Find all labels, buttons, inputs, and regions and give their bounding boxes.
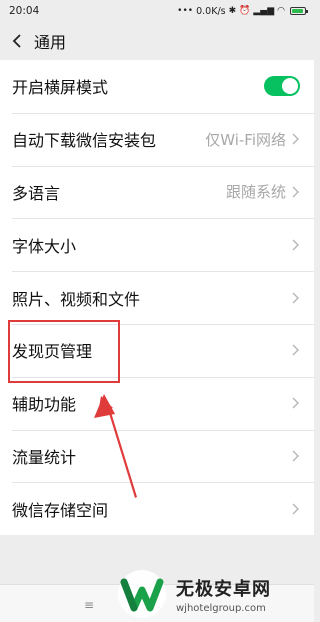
setting-label: 开启横屏模式: [12, 78, 109, 98]
signal-icon: ▂▄▆: [253, 5, 275, 16]
chevron-right-icon: [292, 292, 300, 304]
chevron-right-icon: [292, 397, 300, 409]
status-bar: 20:04 ••• 0.0K/s ✱ ⏰ ▂▄▆ ◠: [0, 0, 314, 22]
chevron-right-icon: [292, 186, 300, 198]
settings-list: 开启横屏模式 自动下载微信安装包 仅Wi-Fi网络 多语言 跟随系统 字体大小 …: [0, 60, 314, 536]
setting-media-files[interactable]: 照片、视频和文件: [0, 271, 314, 324]
nav-bar: 通用: [0, 22, 314, 60]
setting-discover-management[interactable]: 发现页管理: [0, 323, 314, 377]
setting-landscape-mode[interactable]: 开启横屏模式: [0, 60, 314, 113]
chevron-right-icon: [292, 133, 300, 145]
menu-icon[interactable]: ≡: [84, 598, 94, 612]
toggle-knob: [282, 78, 298, 95]
watermark-logo: [118, 570, 166, 618]
dots-icon: •••: [177, 5, 194, 16]
network-speed: 0.0K/s: [196, 5, 226, 17]
status-time: 20:04: [9, 5, 40, 17]
watermark-url: wjhotelgroup.com: [176, 602, 266, 614]
setting-data-usage[interactable]: 流量统计: [0, 429, 314, 483]
back-button[interactable]: [8, 28, 26, 54]
landscape-toggle[interactable]: [264, 76, 300, 97]
watermark: 无极安卓网 wjhotelgroup.com: [114, 568, 310, 620]
chevron-right-icon: [292, 239, 300, 251]
alarm-icon: ⏰: [239, 5, 251, 16]
watermark-title: 无极安卓网: [176, 578, 271, 600]
setting-label: 微信存储空间: [12, 500, 109, 520]
chevron-right-icon: [292, 344, 300, 356]
setting-language[interactable]: 多语言 跟随系统: [0, 165, 314, 219]
setting-label: 流量统计: [12, 447, 77, 467]
setting-value: 仅Wi-Fi网络: [205, 130, 286, 149]
page-title: 通用: [34, 33, 67, 52]
chevron-right-icon: [292, 450, 300, 462]
setting-label: 多语言: [12, 183, 61, 203]
setting-label: 照片、视频和文件: [12, 289, 141, 309]
setting-value: 跟随系统: [225, 183, 286, 202]
setting-label: 发现页管理: [12, 342, 93, 362]
chevron-right-icon: [292, 503, 300, 515]
bluetooth-icon: ✱: [228, 5, 237, 16]
setting-storage[interactable]: 微信存储空间: [0, 482, 314, 535]
battery-icon: [290, 7, 308, 15]
setting-auto-download[interactable]: 自动下载微信安装包 仅Wi-Fi网络: [0, 112, 314, 166]
setting-font-size[interactable]: 字体大小: [0, 218, 314, 271]
status-icons: ••• 0.0K/s ✱ ⏰ ▂▄▆ ◠: [177, 5, 308, 17]
setting-label: 字体大小: [12, 236, 77, 256]
setting-label: 辅助功能: [12, 395, 77, 415]
chevron-left-icon: [12, 34, 21, 48]
wifi-icon: ◠: [277, 5, 285, 16]
setting-label: 自动下载微信安装包: [12, 131, 157, 151]
setting-accessibility[interactable]: 辅助功能: [0, 376, 314, 430]
